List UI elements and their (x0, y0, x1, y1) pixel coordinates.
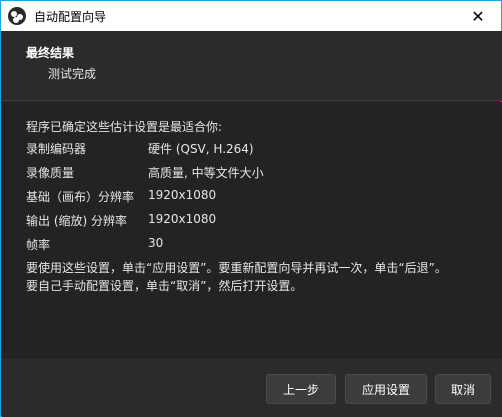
obs-app-icon (8, 7, 26, 25)
close-icon[interactable]: ✕ (455, 1, 501, 31)
results-panel: 程序已确定这些估计设置是最适合你: 录制编码器 硬件 (QSV, H.264) … (2, 102, 502, 357)
page-title: 最终结果 (26, 46, 75, 60)
setting-label-encoder: 录制编码器 (26, 142, 87, 156)
setting-label-fps: 帧率 (26, 238, 51, 252)
apply-settings-button[interactable]: 应用设置 (345, 374, 427, 404)
back-button[interactable]: 上一步 (266, 374, 336, 404)
setting-value-encoder: 硬件 (QSV, H.264) (148, 142, 254, 156)
page-subtitle: 测试完成 (48, 67, 97, 81)
cancel-button[interactable]: 取消 (435, 374, 491, 404)
setting-label-base-resolution: 基础（画布）分辨率 (26, 190, 135, 204)
setting-value-fps: 30 (148, 236, 164, 250)
setting-value-output-resolution: 1920x1080 (148, 212, 217, 226)
button-bar: 上一步 应用设置 取消 (2, 357, 502, 417)
wizard-header: 最终结果 测试完成 (2, 31, 502, 101)
setting-value-quality: 高质量, 中等文件大小 (148, 166, 264, 180)
setting-label-quality: 录像质量 (26, 166, 75, 180)
instruction-text-cancel: 要自己手动配置设置，单击“取消”，然后打开设置。 (26, 279, 303, 293)
setting-label-output-resolution: 输出 (缩放) 分辨率 (26, 214, 127, 228)
title-bar[interactable]: 自动配置向导 ✕ (1, 1, 501, 31)
wizard-window: 自动配置向导 ✕ 最终结果 测试完成 程序已确定这些估计设置是最适合你: 录制编… (0, 0, 502, 417)
intro-text: 程序已确定这些估计设置是最适合你: (26, 120, 223, 134)
setting-value-base-resolution: 1920x1080 (148, 188, 217, 202)
instruction-text-apply: 要使用这些设置，单击“应用设置”。要重新配置向导并再试一次，单击“后退”。 (26, 261, 447, 275)
window-title: 自动配置向导 (34, 9, 107, 24)
